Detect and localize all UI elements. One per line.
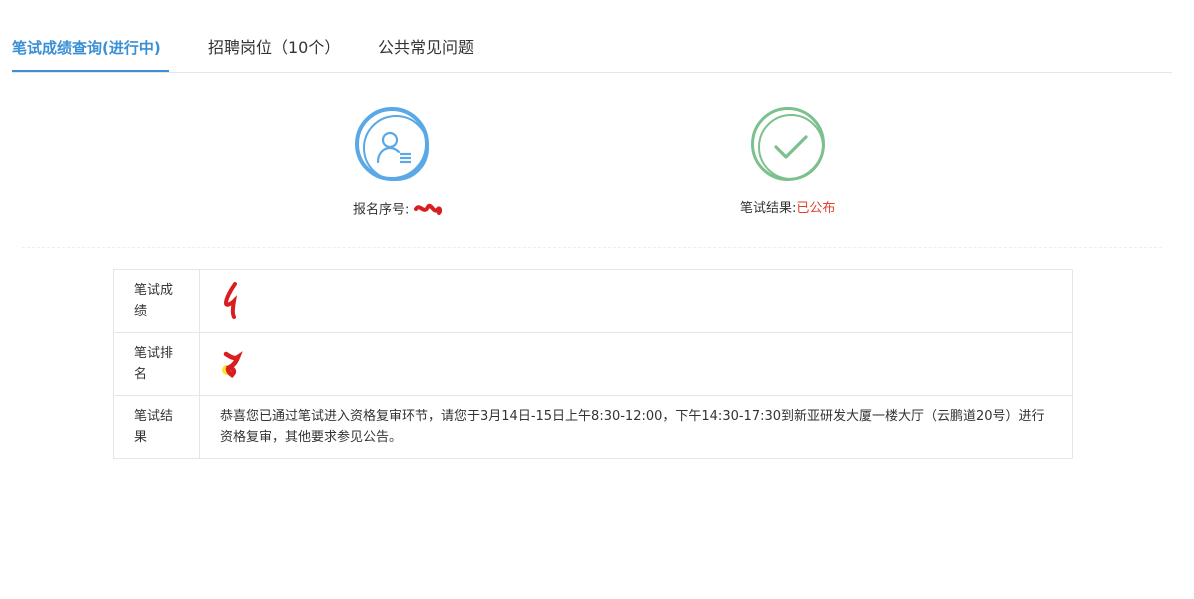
rank-value (199, 332, 1073, 396)
exam-result-value: 已公布 (796, 201, 836, 216)
score-label: 笔试成绩 (113, 269, 200, 333)
section-divider (22, 247, 1162, 248)
table-row-score: 笔试成绩 (113, 269, 1073, 333)
check-icon (774, 135, 808, 159)
tab-job-positions[interactable]: 招聘岗位（10个） (208, 38, 340, 58)
registration-circle (355, 107, 429, 181)
tab-bar: 笔试成绩查询(进行中) 招聘岗位（10个） 公共常见问题 (12, 0, 1172, 73)
redaction-scribble (223, 282, 237, 319)
tab-faq[interactable]: 公共常见问题 (378, 38, 474, 58)
exam-result-label: 笔试结果:已公布 (740, 201, 836, 216)
table-row-rank: 笔试排名 (113, 332, 1073, 396)
result-value: 恭喜您已通过笔试进入资格复审环节，请您于3月14日-15日上午8:30-12:0… (199, 395, 1073, 459)
table-row-result: 笔试结果 恭喜您已通过笔试进入资格复审环节，请您于3月14日-15日上午8:30… (113, 395, 1073, 459)
result-label: 笔试结果 (113, 395, 200, 459)
registration-number-label: 报名序号: (353, 201, 442, 219)
score-value (199, 269, 1073, 333)
active-tab-indicator (12, 70, 169, 72)
user-list-icon (376, 131, 411, 164)
rank-label: 笔试排名 (113, 332, 200, 396)
redaction-scribble (222, 351, 243, 378)
exam-result-circle (751, 107, 825, 181)
redaction-scribble (413, 203, 442, 215)
tab-exam-score-query[interactable]: 笔试成绩查询(进行中) (12, 38, 161, 58)
result-table: 笔试成绩 笔试排名 笔试结果 恭喜您已通过笔试进入资格复审环节，请您于3月14日… (113, 269, 1073, 459)
